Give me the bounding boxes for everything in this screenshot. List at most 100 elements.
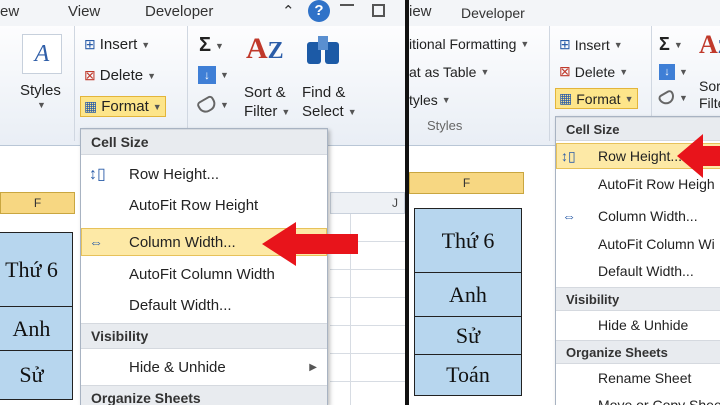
gridline [330,269,405,270]
find-select-button[interactable]: Find & [302,84,345,101]
group-separator [74,26,75,141]
delete-cells-icon: ⊠ [84,67,96,83]
ribbon-tab-bar: iew Developer [409,0,720,26]
format-button[interactable]: ▦ Format ▼ [555,88,638,109]
sort-filter-icon[interactable]: AZ [246,32,284,66]
autosum-button[interactable]: Σ ▼ [659,34,683,55]
menu-item-default-width[interactable]: Default Width... [81,292,327,318]
binoculars-icon[interactable] [307,36,341,66]
column-header-j[interactable]: J [330,192,405,214]
menu-section-cell-size: Cell Size [81,129,327,155]
menu-item-rename-sheet[interactable]: Rename Sheet [556,366,720,390]
find-label-2: Select [302,103,344,120]
fill-button[interactable]: ↓ ▼ [659,64,688,80]
menu-item-label: Rename Sheet [598,370,692,386]
gridline [330,381,405,382]
table-cell[interactable]: Anh [0,306,73,352]
collapse-ribbon-icon[interactable]: ⌃ [282,2,295,20]
sort-filter-icon[interactable]: AZ [699,30,720,60]
column-header-f[interactable]: F [0,192,75,214]
find-select-button-line2[interactable]: Select ▼ [302,103,357,120]
cell-styles-button[interactable]: tyles ▼ [409,92,451,108]
table-cell[interactable]: Toán [414,354,522,396]
column-width-icon: ⇔ [562,208,576,224]
menu-item-label: Column Width... [598,208,698,224]
tab-review[interactable]: ew [0,3,19,20]
help-icon[interactable]: ? [308,0,330,22]
tab-developer[interactable]: Developer [461,5,525,21]
right-screenshot: iew Developer itional Formatting ▼ at as … [409,0,720,405]
styles-button[interactable]: Styles [20,82,61,99]
menu-section-visibility: Visibility [81,323,327,349]
insert-label: Insert [574,36,610,53]
table-cell[interactable]: Sử [0,350,73,400]
menu-item-label: Move or Copy Shee [598,397,720,405]
gridline [330,297,405,298]
menu-item-autofit-row[interactable]: AutoFit Row Height [81,192,327,218]
clear-button[interactable]: ▼ [195,94,229,116]
chevron-down-icon: ▼ [613,39,623,50]
as-table-label: at as Table [409,64,477,80]
chevron-down-icon: ▼ [147,70,157,81]
menu-item-autofit-column[interactable]: AutoFit Column Wi [556,232,720,256]
insert-button[interactable]: ⊞ Insert ▼ [84,36,150,53]
sort-label-2: Filte [699,95,720,111]
red-arrow-pointer-icon [262,222,358,266]
format-button[interactable]: ▦ Format ▼ [80,96,166,117]
group-separator [549,26,550,141]
format-cells-icon: ▦ [559,90,573,106]
delete-cells-icon: ⊠ [559,63,571,79]
menu-item-label: AutoFit Row Heigh [598,176,715,192]
menu-item-move-copy-sheet[interactable]: Move or Copy Shee [556,393,720,405]
chevron-down-icon: ▼ [141,39,151,50]
minimize-icon[interactable] [340,4,354,6]
delete-label: Delete [574,63,616,80]
table-cell[interactable]: Thứ 6 [0,232,73,308]
insert-cells-icon: ⊞ [559,36,571,52]
row-height-icon: ↕▯ [89,166,106,183]
menu-item-hide-unhide[interactable]: Hide & Unhide [556,313,720,337]
conditional-formatting-button[interactable]: itional Formatting ▼ [409,36,529,52]
sort-filter-button[interactable]: Sort & [244,84,286,101]
cond-format-label: itional Formatting [409,36,517,52]
menu-item-row-height[interactable]: ↕▯ Row Height... [81,161,327,187]
eraser-icon [195,94,219,116]
tab-developer[interactable]: Developer [145,3,213,20]
styles-icon[interactable]: A [22,34,62,74]
delete-button[interactable]: ⊠ Delete ▼ [559,63,628,80]
fill-button[interactable]: ↓ ▼ [198,66,229,84]
submenu-arrow-icon: ▶ [309,361,317,373]
sort-filter-button-line2[interactable]: Filte [699,95,720,111]
menu-item-label: Default Width... [129,296,232,314]
menu-item-default-width[interactable]: Default Width... [556,259,720,283]
autosum-button[interactable]: Σ ▼ [199,34,224,57]
restore-icon[interactable] [372,4,385,17]
insert-cells-icon: ⊞ [84,36,96,52]
table-cell[interactable]: Anh [414,272,522,318]
table-cell[interactable]: Sử [414,316,522,356]
sort-filter-button-line2[interactable]: Filter ▼ [244,103,290,120]
menu-item-label: Column Width... [129,233,236,251]
menu-item-label: Hide & Unhide [129,358,226,376]
insert-button[interactable]: ⊞ Insert ▼ [559,36,623,53]
styles-dropdown-caret[interactable]: ▼ [37,100,46,110]
tab-view[interactable]: iew [409,3,432,20]
menu-item-label: Hide & Unhide [598,317,689,333]
chevron-down-icon: ▼ [619,66,629,77]
menu-item-label: AutoFit Column Width [129,265,275,283]
ribbon-tab-bar: ew View Developer ⌃ ? [0,0,405,26]
menu-section-organize: Organize Sheets [556,340,720,364]
table-cell[interactable]: Thứ 6 [414,208,522,274]
delete-button[interactable]: ⊠ Delete ▼ [84,67,156,84]
delete-label: Delete [99,67,144,84]
column-header-f[interactable]: F [409,172,524,194]
format-as-table-button[interactable]: at as Table ▼ [409,64,489,80]
menu-item-hide-unhide[interactable]: Hide & Unhide ▶ [81,354,327,380]
clear-button[interactable]: ▼ [657,88,688,108]
menu-item-column-width[interactable]: ⇔ Column Width... [556,204,720,228]
sort-filter-button[interactable]: Sor [699,78,720,94]
tab-view[interactable]: View [68,3,100,20]
menu-item-label: Default Width... [598,263,694,279]
find-label-1: Find & [302,84,346,101]
sort-label-1: Sor [699,78,720,94]
